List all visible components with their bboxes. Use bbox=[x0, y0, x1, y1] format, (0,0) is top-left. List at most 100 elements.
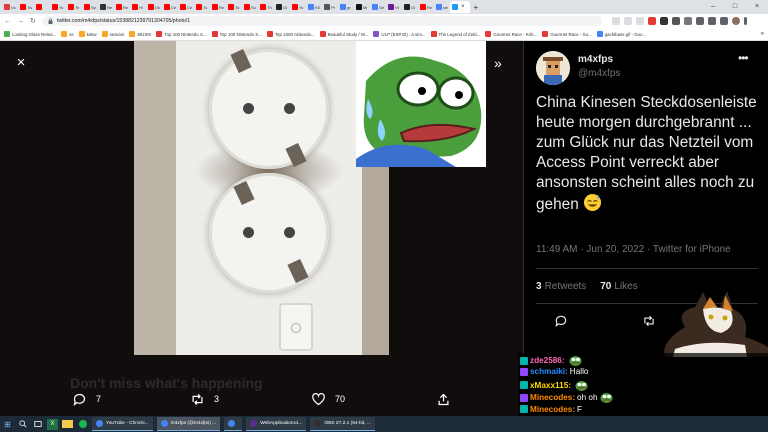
taskbar-app[interactable]: WebApplication11... bbox=[246, 417, 307, 431]
close-viewer-button[interactable]: × bbox=[12, 54, 30, 72]
chat-username: schmaiki: bbox=[530, 367, 568, 377]
browser-tab[interactable]: Ne bbox=[98, 1, 114, 13]
browser-tab[interactable]: Hi bbox=[130, 1, 146, 13]
bookmark-item[interactable]: Gourmet Race - Su... bbox=[542, 31, 592, 37]
bookmark-item[interactable]: Top 100 Nintendo S... bbox=[211, 31, 262, 37]
bookmark-item[interactable]: ULP (ESP32) : a sim... bbox=[373, 31, 426, 37]
share-icon[interactable] bbox=[623, 17, 632, 25]
author-name[interactable]: m4xfps bbox=[578, 54, 613, 65]
tab-title: Vil bbox=[395, 4, 400, 10]
more-options-button[interactable]: ••• bbox=[738, 51, 749, 65]
browser-tab[interactable]: Yo bbox=[290, 1, 306, 13]
minimize-button[interactable]: – bbox=[702, 0, 724, 14]
profile-avatar[interactable] bbox=[731, 17, 740, 25]
bookmark-item[interactable]: MUSIK bbox=[129, 31, 151, 37]
bookmark-item[interactable]: gachibass gif - Goo... bbox=[596, 31, 646, 37]
bookmark-label: Gourmet Race - Su... bbox=[550, 31, 592, 37]
taskbar-app[interactable]: YouTube - Chromi... bbox=[92, 417, 153, 431]
share-action[interactable] bbox=[436, 392, 451, 407]
browser-tab[interactable]: KE bbox=[306, 1, 322, 13]
bookmark-item[interactable]: Gourmet Race - Kirb... bbox=[485, 31, 537, 37]
browser-tab[interactable]: Te bbox=[66, 1, 82, 13]
taskbar-app[interactable]: m4xfps (@m4xfps) ... bbox=[156, 417, 221, 431]
retweets-stat[interactable]: 3 Retweets bbox=[536, 281, 586, 292]
browser-tab[interactable]: Th bbox=[258, 1, 274, 13]
zoom-icon[interactable] bbox=[611, 17, 620, 25]
reading-list-icon[interactable] bbox=[707, 17, 716, 25]
browser-tab[interactable]: Gi bbox=[274, 1, 290, 13]
browser-tab[interactable]: Sp bbox=[82, 1, 98, 13]
taskbar-app[interactable] bbox=[224, 417, 243, 431]
bookmark-item[interactable]: The Legend of Zeld... bbox=[430, 31, 480, 37]
bookmark-item[interactable]: Beautiful Study / W... bbox=[319, 31, 368, 37]
browser-tab[interactable]: sm bbox=[434, 1, 450, 13]
browser-tab[interactable]: Ta bbox=[226, 1, 242, 13]
windows-start-icon[interactable]: ⊞ bbox=[2, 419, 13, 430]
like-action[interactable]: 70 bbox=[311, 392, 345, 407]
tweet-photo[interactable] bbox=[134, 41, 389, 355]
author-handle[interactable]: @m4xfps bbox=[578, 68, 620, 79]
browser-tab[interactable] bbox=[34, 1, 50, 13]
pepe-emote-icon bbox=[575, 380, 588, 391]
browser-tab[interactable]: Re bbox=[114, 1, 130, 13]
task-view-icon[interactable] bbox=[32, 419, 43, 430]
browser-tab[interactable]: Re bbox=[418, 1, 434, 13]
browser-tab[interactable]: Dk bbox=[146, 1, 162, 13]
extensions-puzzle-icon[interactable] bbox=[695, 17, 704, 25]
back-icon[interactable]: ← bbox=[4, 18, 11, 25]
browser-tab[interactable]: To bbox=[194, 1, 210, 13]
bookmark-label: ss bbox=[69, 31, 74, 37]
sidebar-icon[interactable] bbox=[719, 17, 728, 25]
extension-icon-1[interactable] bbox=[647, 17, 656, 25]
taskbar-app[interactable]: OBS 27.2.1 (64-bit, ... bbox=[310, 417, 375, 431]
close-window-button[interactable]: × bbox=[746, 0, 768, 14]
browser-tab[interactable]: Gi bbox=[402, 1, 418, 13]
close-tab-icon[interactable]: × bbox=[461, 4, 465, 10]
retweet-action[interactable]: 3 bbox=[190, 392, 219, 407]
browser-tab[interactable]: Ce bbox=[178, 1, 194, 13]
reply-icon[interactable] bbox=[554, 314, 568, 328]
browser-tab[interactable]: Su bbox=[242, 1, 258, 13]
browser-menu-icon[interactable] bbox=[743, 17, 747, 25]
forward-icon[interactable]: → bbox=[17, 18, 24, 25]
bookmark-item[interactable]: kekw bbox=[78, 31, 97, 37]
bookmarks-overflow-button[interactable]: » bbox=[761, 31, 768, 37]
bookmark-item[interactable]: Top 1000 nintendo... bbox=[266, 31, 315, 37]
browser-tab[interactable]: Ml bbox=[354, 1, 370, 13]
retweet-icon[interactable] bbox=[642, 314, 656, 328]
extension-icon-4[interactable] bbox=[683, 17, 692, 25]
photo-actions-bar: 7 3 70 bbox=[62, 389, 462, 409]
likes-stat[interactable]: 70 Likes bbox=[600, 281, 637, 292]
extension-icon-2[interactable] bbox=[659, 17, 668, 25]
file-explorer-icon[interactable] bbox=[62, 420, 73, 428]
extension-icon-3[interactable] bbox=[671, 17, 680, 25]
browser-tab[interactable]: Vil bbox=[386, 1, 402, 13]
spotify-icon[interactable] bbox=[77, 419, 88, 430]
browser-tab[interactable]: Ce bbox=[162, 1, 178, 13]
browser-tab[interactable]: gr bbox=[338, 1, 354, 13]
tab-favicon-icon bbox=[244, 4, 250, 10]
address-bar[interactable]: twitter.com/m4xfps/status/15388212397913… bbox=[41, 16, 602, 26]
browser-tab[interactable]: Vo bbox=[2, 1, 18, 13]
browser-tab[interactable]: Tw bbox=[18, 1, 34, 13]
browser-tab[interactable]: Ge bbox=[370, 1, 386, 13]
taskbar-app-icon bbox=[228, 420, 236, 427]
browser-tab-active[interactable]: × bbox=[450, 1, 470, 13]
browser-tab[interactable]: Pr bbox=[322, 1, 338, 13]
next-image-button[interactable]: » bbox=[494, 54, 510, 72]
reply-action[interactable]: 7 bbox=[72, 392, 101, 407]
bookmark-item[interactable]: Looking Glass Relea... bbox=[4, 31, 56, 37]
bookmark-item[interactable]: Top 100 Nintendo S... bbox=[156, 31, 207, 37]
tab-title: Ce bbox=[171, 4, 177, 10]
author-avatar[interactable] bbox=[536, 51, 570, 85]
search-icon[interactable] bbox=[17, 419, 28, 430]
bookmark-star-icon[interactable] bbox=[635, 17, 644, 25]
bookmark-item[interactable]: session bbox=[101, 31, 124, 37]
bookmark-item[interactable]: ss bbox=[61, 31, 74, 37]
browser-tab[interactable]: Re bbox=[210, 1, 226, 13]
excel-pinned-icon[interactable]: X bbox=[47, 418, 58, 430]
new-tab-button[interactable]: + bbox=[474, 3, 479, 12]
reload-icon[interactable]: ↻ bbox=[30, 17, 36, 25]
maximize-button[interactable]: □ bbox=[724, 0, 746, 14]
browser-tab[interactable]: Yo bbox=[50, 1, 66, 13]
